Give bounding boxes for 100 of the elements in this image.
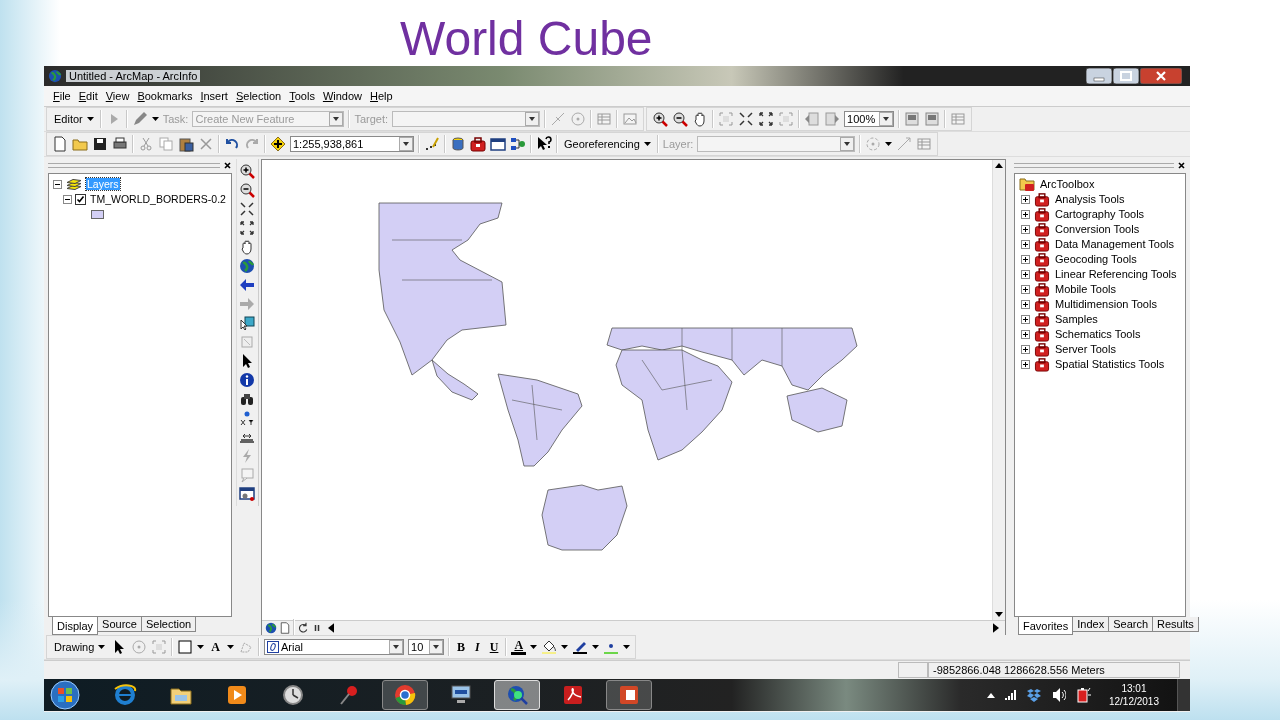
show-hidden-icons-icon[interactable] xyxy=(986,692,995,698)
scroll-down-icon[interactable] xyxy=(994,611,1004,618)
menu-item[interactable]: Insert xyxy=(199,89,229,103)
expand-icon[interactable] xyxy=(1021,344,1030,354)
toolbox-icon[interactable] xyxy=(470,136,486,152)
expand-icon[interactable] xyxy=(1021,224,1030,234)
close-icon[interactable] xyxy=(222,160,232,170)
drawing-menu[interactable]: Drawing xyxy=(52,640,108,654)
menu-item[interactable]: Selection xyxy=(234,89,283,103)
menu-item[interactable]: Tools xyxy=(288,89,316,103)
bold-button[interactable]: B xyxy=(454,639,469,655)
minimize-button[interactable] xyxy=(1086,68,1112,84)
clock-date[interactable]: 12/12/2013 xyxy=(1108,695,1159,708)
menu-item[interactable]: Window xyxy=(321,89,364,103)
toolbox-item[interactable]: Spatial Statistics Tools xyxy=(1054,358,1166,370)
font-dropdown[interactable]: Arial xyxy=(264,639,405,655)
expand-icon[interactable] xyxy=(1021,194,1030,204)
line-color-icon[interactable] xyxy=(572,639,589,655)
command-window-icon[interactable] xyxy=(490,136,506,152)
start-button[interactable] xyxy=(50,680,80,710)
paste-icon[interactable] xyxy=(178,136,194,152)
toolbox-item[interactable]: Mobile Tools xyxy=(1054,283,1117,295)
font-color-button[interactable]: A xyxy=(511,639,527,655)
pencil-icon[interactable] xyxy=(131,111,148,127)
collapse-icon[interactable] xyxy=(53,179,62,189)
underline-button[interactable]: U xyxy=(486,639,502,655)
toolbox-item[interactable]: Server Tools xyxy=(1054,343,1117,355)
menu-item[interactable]: File xyxy=(52,89,72,103)
font-size-dropdown[interactable]: 10 xyxy=(408,639,445,655)
zoom-in-icon[interactable] xyxy=(239,163,256,179)
time-slider-icon[interactable] xyxy=(239,486,256,502)
expand-icon[interactable] xyxy=(1021,359,1030,369)
expand-icon[interactable] xyxy=(1021,299,1030,309)
layer-label[interactable]: TM_WORLD_BORDERS-0.2 xyxy=(89,193,227,205)
focus-data-frame-icon[interactable] xyxy=(924,111,941,127)
tab[interactable]: Display xyxy=(52,617,99,635)
toolbox-item[interactable]: Data Management Tools xyxy=(1054,238,1176,250)
tab[interactable]: Search xyxy=(1108,617,1154,632)
print-icon[interactable] xyxy=(112,136,128,152)
model-builder-icon[interactable] xyxy=(510,136,526,152)
refresh-icon[interactable] xyxy=(297,622,309,634)
taskbar-button[interactable] xyxy=(606,680,652,710)
clock-time[interactable]: 13:01 xyxy=(1121,682,1147,695)
georeferencing-menu[interactable]: Georeferencing xyxy=(562,137,653,151)
signal-icon[interactable] xyxy=(1004,690,1016,700)
menu-item[interactable]: Help xyxy=(369,89,394,103)
expand-icon[interactable] xyxy=(1021,209,1030,219)
select-features-icon[interactable] xyxy=(239,315,256,331)
help-pointer-icon[interactable] xyxy=(536,136,552,152)
previous-extent-icon[interactable] xyxy=(804,111,821,127)
rectangle-icon[interactable] xyxy=(177,639,194,655)
toolbox-item[interactable]: Schematics Tools xyxy=(1054,328,1142,340)
taskbar-button[interactable] xyxy=(382,680,428,710)
expand-icon[interactable] xyxy=(1021,314,1030,324)
close-icon[interactable] xyxy=(1177,160,1186,170)
fixed-zoom-out-icon[interactable] xyxy=(758,111,775,127)
find-icon[interactable] xyxy=(239,391,256,407)
checkbox[interactable] xyxy=(75,193,86,205)
data-view-icon[interactable] xyxy=(265,622,277,634)
close-button[interactable] xyxy=(1140,68,1182,84)
expand-icon[interactable] xyxy=(1021,254,1030,264)
toolbox-item[interactable]: Conversion Tools xyxy=(1054,223,1141,235)
editor-toolbar-icon[interactable] xyxy=(424,136,440,152)
maximize-button[interactable] xyxy=(1113,68,1139,84)
expand-icon[interactable] xyxy=(1021,284,1030,294)
zoom-out-icon[interactable] xyxy=(239,182,256,198)
tab[interactable]: Source xyxy=(97,617,142,632)
toolbox-item[interactable]: Cartography Tools xyxy=(1054,208,1146,220)
fixed-zoom-out-icon[interactable] xyxy=(239,220,256,236)
tab[interactable]: Favorites xyxy=(1018,617,1074,635)
save-icon[interactable] xyxy=(92,136,108,152)
tab[interactable]: Results xyxy=(1152,617,1199,632)
fixed-zoom-in-icon[interactable] xyxy=(239,201,256,217)
toolbox-item[interactable]: Multidimension Tools xyxy=(1054,298,1158,310)
collapse-icon[interactable] xyxy=(63,194,72,204)
toolbox-item[interactable]: Linear Referencing Tools xyxy=(1054,268,1178,280)
menu-item[interactable]: View xyxy=(104,89,131,103)
volume-icon[interactable] xyxy=(1051,687,1066,703)
fixed-zoom-in-icon[interactable] xyxy=(738,111,755,127)
new-document-icon[interactable] xyxy=(52,136,68,152)
go-to-xy-icon[interactable] xyxy=(239,410,256,426)
tab[interactable]: Selection xyxy=(140,617,197,632)
menu-item[interactable]: Edit xyxy=(77,89,99,103)
toolbox-item[interactable]: Geocoding Tools xyxy=(1054,253,1138,265)
editor-menu[interactable]: Editor xyxy=(52,112,96,126)
next-extent-icon[interactable] xyxy=(824,111,841,127)
dropbox-icon[interactable] xyxy=(1025,687,1042,703)
back-arrow-icon[interactable] xyxy=(239,277,256,293)
battery-icon[interactable] xyxy=(1075,687,1091,703)
expand-icon[interactable] xyxy=(1021,239,1030,249)
menu-item[interactable]: Bookmarks xyxy=(136,89,194,103)
expand-icon[interactable] xyxy=(1021,269,1030,279)
fill-color-icon[interactable] xyxy=(541,639,558,655)
toolbox-item[interactable]: Samples xyxy=(1054,313,1099,325)
database-icon[interactable] xyxy=(450,136,466,152)
scale-dropdown[interactable]: 1:255,938,861 xyxy=(290,136,414,152)
toolbox-item[interactable]: Analysis Tools xyxy=(1054,193,1126,205)
italic-button[interactable]: I xyxy=(472,639,483,655)
scroll-up-icon[interactable] xyxy=(994,162,1004,169)
zoom-in-icon[interactable] xyxy=(652,111,669,127)
